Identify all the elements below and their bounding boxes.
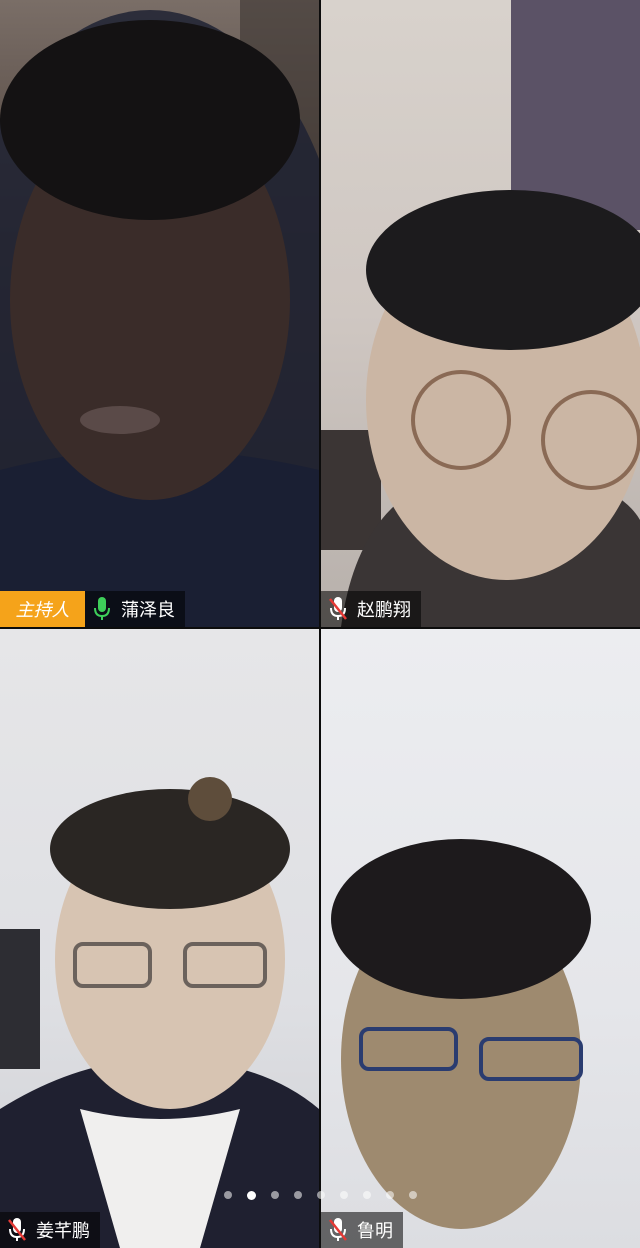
page-dot[interactable] [385,1191,394,1199]
participant-video [0,0,319,627]
participant-name: 姜芊鹏 [36,1221,90,1242]
video-grid: 主持人 蒲泽良 赵鹏翔 姜芊鹏 鲁明 [0,0,640,1248]
page-dot[interactable] [316,1191,325,1199]
page-dot-active[interactable] [246,1191,256,1200]
page-dot[interactable] [339,1191,348,1199]
participant-label: 姜芊鹏 [0,1212,100,1248]
page-dot[interactable] [408,1191,417,1199]
microphone-muted-icon [6,1217,28,1243]
page-dot[interactable] [293,1191,302,1199]
participant-label: 鲁明 [321,1212,403,1248]
host-badge: 主持人 [0,591,85,627]
participant-video [0,777,319,1248]
video-tile-4[interactable]: 鲁明 [321,629,640,1248]
participant-name: 鲁明 [357,1221,393,1242]
page-dot[interactable] [270,1191,279,1199]
video-tile-3[interactable]: 姜芊鹏 [0,629,319,1248]
microphone-muted-icon [327,1217,349,1243]
page-indicator[interactable] [0,1191,640,1200]
participant-video [321,0,640,627]
page-dot[interactable] [223,1191,232,1199]
participant-label: 赵鹏翔 [321,591,421,627]
video-tile-2[interactable]: 赵鹏翔 [321,0,640,627]
microphone-on-icon [91,596,113,622]
video-tile-1[interactable]: 主持人 蒲泽良 [0,0,319,627]
participant-label: 主持人 蒲泽良 [0,591,185,627]
participant-video [331,839,591,1229]
participant-name: 蒲泽良 [121,600,175,621]
page-dot[interactable] [362,1191,371,1199]
microphone-muted-icon [327,596,349,622]
participant-name: 赵鹏翔 [357,600,411,621]
